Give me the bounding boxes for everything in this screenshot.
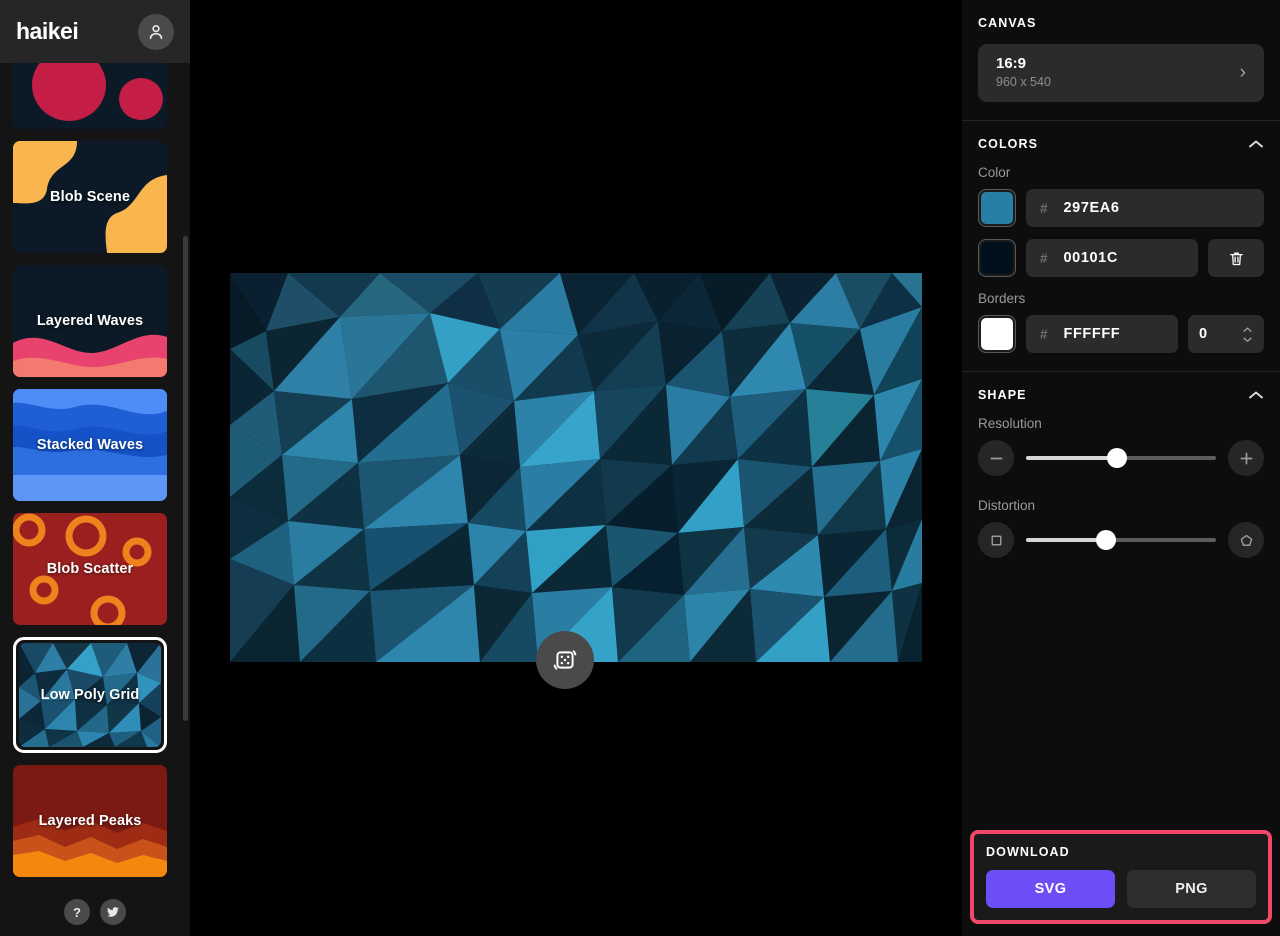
color-hex-value-2: 00101C: [1063, 250, 1118, 266]
download-png-button[interactable]: PNG: [1127, 870, 1256, 908]
colors-section: COLORS Color # 297EA6 # 00101C Borders #…: [962, 121, 1280, 372]
border-hex-input[interactable]: # FFFFFF: [1026, 315, 1178, 353]
border-hex-value: FFFFFF: [1063, 326, 1121, 342]
canvas-stage: [190, 0, 962, 936]
color-hex-input-1[interactable]: # 297EA6: [1026, 189, 1264, 227]
distortion-label: Distortion: [978, 498, 1036, 513]
canvas-ratio-value: 16:9: [996, 55, 1027, 73]
border-width-value: 0: [1199, 326, 1208, 342]
question-mark-icon: ?: [73, 904, 81, 920]
account-avatar-button[interactable]: [138, 13, 174, 50]
download-section-title: DOWNLOAD: [986, 845, 1070, 859]
color-row: # 297EA6: [978, 189, 1264, 227]
generated-preview[interactable]: [230, 273, 922, 662]
distortion-control: [978, 522, 1264, 558]
sidebar-item-label: Layered Waves: [36, 313, 144, 329]
sidebar-item-stacked-waves[interactable]: Stacked Waves: [13, 389, 167, 501]
canvas-section-header: CANVAS: [978, 16, 1264, 30]
color-hex-value-1: 297EA6: [1063, 200, 1120, 216]
randomize-button[interactable]: [536, 631, 594, 689]
canvas-section: CANVAS 16:9 960 x 540 ›: [962, 0, 1280, 121]
sidebar-item-label: Stacked Waves: [36, 437, 144, 453]
colors-section-title: COLORS: [978, 137, 1039, 151]
delete-color-button[interactable]: [1208, 239, 1264, 277]
color-swatch-1[interactable]: [978, 189, 1016, 227]
hash-symbol: #: [1040, 250, 1048, 266]
twitter-button[interactable]: [100, 899, 126, 925]
sidebar-footer: ?: [0, 888, 190, 936]
sidebar-item-layered-peaks[interactable]: Layered Peaks: [13, 765, 167, 877]
chevron-right-icon: ›: [1239, 62, 1246, 83]
chevron-up-icon: [1243, 326, 1252, 332]
sidebar-item-label: Low Poly Grid: [40, 687, 140, 703]
low-poly-grid-preview-icon: [230, 273, 922, 662]
color-field-label: Color: [978, 165, 1011, 180]
app-root: haikei Blob Scene Layered Waves Stacked …: [0, 0, 1280, 936]
sidebar-item-blob-scatter[interactable]: Blob Scatter: [13, 513, 167, 625]
minus-icon: [990, 457, 1002, 459]
pentagon-icon: [1240, 534, 1252, 546]
app-logo[interactable]: haikei: [16, 18, 79, 44]
sidebar-scrollbar[interactable]: [183, 236, 188, 721]
blob-partial-thumbnail-icon: [13, 63, 167, 129]
slider-fill: [1026, 538, 1106, 542]
slider-thumb[interactable]: [1107, 448, 1128, 468]
chevron-up-icon[interactable]: [1248, 139, 1264, 149]
shape-section-header[interactable]: SHAPE: [978, 388, 1264, 402]
color-hex-input-2[interactable]: # 00101C: [1026, 239, 1198, 277]
sidebar-header: haikei: [0, 0, 190, 63]
resolution-increase-button[interactable]: [1228, 440, 1264, 476]
download-svg-button[interactable]: SVG: [986, 870, 1115, 908]
sidebar-item-low-poly-grid[interactable]: Low Poly Grid: [13, 637, 167, 753]
distortion-slider[interactable]: [1026, 522, 1216, 558]
border-row: # FFFFFF 0: [978, 315, 1264, 353]
color-swatch-2[interactable]: [978, 239, 1016, 277]
sidebar-item-label: Blob Scene: [50, 189, 130, 205]
border-color-swatch[interactable]: [978, 315, 1016, 353]
shape-section: SHAPE Resolution Distortion: [962, 372, 1280, 580]
canvas-section-title: CANVAS: [978, 16, 1037, 30]
stepper-arrows[interactable]: [1242, 326, 1253, 343]
sidebar-item-label: Blob Scatter: [46, 561, 134, 577]
borders-field-label: Borders: [978, 291, 1026, 306]
sidebar-generator-list[interactable]: Blob Scene Layered Waves Stacked Waves B…: [0, 63, 190, 888]
plus-icon: [1240, 452, 1252, 464]
canvas-dimensions-value: 960 x 540: [996, 74, 1051, 89]
resolution-slider[interactable]: [1026, 440, 1216, 476]
download-section: DOWNLOAD SVG PNG: [970, 830, 1272, 924]
square-icon: [991, 535, 1001, 545]
sidebar: haikei Blob Scene Layered Waves Stacked …: [0, 0, 190, 936]
resolution-label: Resolution: [978, 416, 1042, 431]
hash-symbol: #: [1040, 326, 1048, 342]
dice-shuffle-icon: [553, 650, 577, 670]
sidebar-item-layered-waves[interactable]: Layered Waves: [13, 265, 167, 377]
canvas-size-button[interactable]: 16:9 960 x 540 ›: [978, 44, 1264, 102]
sidebar-item-label: Layered Peaks: [38, 813, 142, 829]
colors-section-header[interactable]: COLORS: [978, 137, 1264, 151]
slider-thumb[interactable]: [1095, 530, 1116, 550]
hash-symbol: #: [1040, 200, 1048, 216]
trash-icon: [1229, 252, 1243, 265]
border-width-stepper[interactable]: 0: [1188, 315, 1264, 353]
download-buttons: SVG PNG: [986, 870, 1256, 908]
color-row: # 00101C: [978, 239, 1264, 277]
chevron-up-icon[interactable]: [1248, 390, 1264, 400]
sidebar-item-blob-partial[interactable]: [13, 63, 167, 129]
user-avatar-icon: [149, 24, 163, 39]
resolution-control: [978, 440, 1264, 476]
settings-panel: CANVAS 16:9 960 x 540 › COLORS Color # 2…: [962, 0, 1280, 936]
sidebar-item-blob-scene[interactable]: Blob Scene: [13, 141, 167, 253]
twitter-bird-icon: [107, 907, 119, 917]
resolution-decrease-button[interactable]: [978, 440, 1014, 476]
panel-spacer: [962, 580, 1280, 830]
distortion-min-button[interactable]: [978, 522, 1014, 558]
distortion-max-button[interactable]: [1228, 522, 1264, 558]
app-logo-text: haikei: [16, 18, 79, 44]
help-button[interactable]: ?: [64, 899, 90, 925]
chevron-down-icon: [1243, 336, 1252, 342]
slider-fill: [1026, 456, 1118, 460]
shape-section-title: SHAPE: [978, 388, 1027, 402]
